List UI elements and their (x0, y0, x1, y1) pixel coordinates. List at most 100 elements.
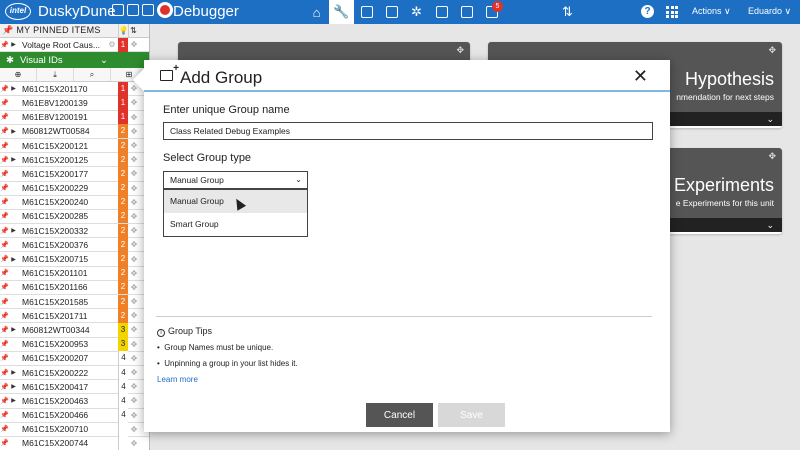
wrench-icon[interactable]: 🔧 (329, 0, 354, 24)
pin-icon[interactable]: 📌 (0, 298, 9, 306)
pin-icon[interactable]: 📌 (0, 85, 9, 93)
save-button[interactable]: Save (438, 403, 505, 427)
drag-handle-icon[interactable]: ✥ (128, 226, 140, 235)
visual-id-row[interactable]: 📌 ▶ M60812WT00584 2 ✥ (0, 124, 149, 139)
sync-icon[interactable]: ⇅ (562, 4, 573, 20)
group-name-input[interactable]: Class Related Debug Examples (163, 122, 653, 140)
expand-caret-icon[interactable]: ▶ (9, 227, 18, 234)
visual-id-row[interactable]: 📌 M61C15X200466 4 ✥ (0, 408, 149, 423)
pin-icon[interactable]: 📌 (0, 269, 9, 277)
drag-handle-icon[interactable]: ✥ (128, 184, 140, 193)
drag-handle-icon[interactable]: ✥ (128, 40, 140, 49)
pin-icon[interactable]: 📌 (0, 283, 9, 291)
drag-handle-icon[interactable]: ✥ (128, 311, 140, 320)
expand-caret-icon[interactable]: ▶ (9, 156, 18, 163)
expand-caret-icon[interactable]: ▶ (9, 326, 18, 333)
bulb-icon[interactable]: 💡 (118, 24, 128, 38)
pin-icon[interactable]: 📌 (0, 397, 9, 405)
drag-handle-icon[interactable]: ✥ (128, 340, 140, 349)
search-icon[interactable]: ⌕ (74, 68, 111, 82)
calendar-icon[interactable] (379, 0, 404, 24)
drag-handle-icon[interactable]: ✥ (128, 198, 140, 207)
group-type-select[interactable]: Manual Group ⌄ (163, 171, 308, 189)
visual-id-row[interactable]: 📌 M61C15X200744 ✥ (0, 436, 149, 450)
pin-icon[interactable]: 📌 (0, 184, 9, 192)
chevron-down-icon[interactable]: ⌄ (100, 55, 108, 66)
option-smart-group[interactable]: Smart Group (164, 213, 307, 236)
drag-handle-icon[interactable]: ✥ (128, 269, 140, 278)
drag-handle-icon[interactable]: ✥ (128, 240, 140, 249)
close-icon[interactable]: ✕ (633, 66, 648, 87)
chevron-down-icon[interactable]: ⌄ (295, 172, 302, 188)
expand-caret-icon[interactable]: ▶ (9, 85, 18, 92)
visual-id-row[interactable]: 📌 M61C15X200207 4 ✥ (0, 351, 149, 366)
drag-handle-icon[interactable]: ✥ (128, 155, 140, 164)
learn-more-link[interactable]: Learn more (157, 375, 198, 384)
network-icon[interactable]: ✲ (404, 0, 429, 24)
visual-id-row[interactable]: 📌 M61C15X200177 2 ✥ (0, 166, 149, 182)
drag-handle-icon[interactable]: ✥ (768, 151, 776, 162)
search-doc-icon[interactable] (429, 0, 454, 24)
expand-caret-icon[interactable]: ▶ (9, 128, 18, 135)
drag-handle-icon[interactable]: ✥ (128, 98, 140, 107)
visual-id-row[interactable]: 📌 M61E8V1200191 1 ✥ (0, 110, 149, 125)
pin-icon[interactable]: 📌 (0, 227, 9, 235)
visual-id-row[interactable]: 📌 M61C15X201711 2 ✥ (0, 308, 149, 324)
pin-icon[interactable]: 📌 (0, 99, 9, 107)
pin-icon[interactable]: 📌 (0, 255, 9, 263)
pin-icon[interactable]: 📌 (0, 113, 9, 121)
expand-caret-icon[interactable]: ▶ (9, 397, 18, 404)
pin-icon[interactable]: 📌 (0, 369, 9, 377)
pin-icon[interactable]: 📌 (0, 127, 9, 135)
drag-handle-icon[interactable]: ✥ (128, 127, 140, 136)
inbox-icon[interactable]: 5 (479, 0, 504, 24)
visual-id-row[interactable]: 📌 M61C15X200376 2 ✥ (0, 237, 149, 253)
visual-id-row[interactable]: 📌 ▶ M61C15X200417 4 ✥ (0, 379, 149, 395)
visual-id-row[interactable]: 📌 M61E8V1200139 1 ✥ (0, 95, 149, 111)
visual-id-row[interactable]: 📌 M61C15X200953 3 ✥ (0, 337, 149, 352)
visual-id-row[interactable]: 📌 M61C15X200285 2 ✥ (0, 209, 149, 225)
pin-icon[interactable]: 📌 (0, 170, 9, 178)
drag-handle-icon[interactable]: ✥ (128, 425, 140, 434)
drag-handle-icon[interactable]: ✥ (768, 45, 776, 56)
drag-handle-icon[interactable]: ✥ (128, 439, 140, 448)
pinned-item[interactable]: 📌 ▶ Voltage Root Caus... ⚙ 1 ✥ (0, 37, 149, 53)
expand-caret-icon[interactable]: ▶ (9, 383, 18, 390)
drag-handle-icon[interactable]: ✥ (128, 297, 140, 306)
drag-handle-icon[interactable]: ✥ (128, 411, 140, 420)
drag-handle-icon[interactable]: ✥ (128, 255, 140, 264)
gear-icon[interactable]: ⚙ (106, 40, 118, 49)
pin-icon[interactable]: 📌 (0, 439, 9, 447)
download-icon[interactable]: ⤓ (37, 68, 74, 82)
drag-handle-icon[interactable]: ✥ (128, 113, 140, 122)
drag-handle-icon[interactable]: ✥ (128, 141, 140, 150)
drag-handle-icon[interactable]: ✥ (128, 354, 140, 363)
pin-icon[interactable]: 📌 (0, 354, 9, 362)
visual-ids-header[interactable]: ✱ Visual IDs ⌄ (0, 52, 149, 69)
sort-icon[interactable]: ⇅ (128, 24, 138, 38)
visual-id-row[interactable]: 📌 M61C15X200229 2 ✥ (0, 181, 149, 196)
visual-id-row[interactable]: 📌 M61C15X201101 2 ✥ (0, 266, 149, 281)
expand-caret-icon[interactable]: ▶ (9, 41, 18, 48)
visual-id-row[interactable]: 📌 M61C15X201585 2 ✥ (0, 294, 149, 310)
pin-icon[interactable]: 📌 (0, 198, 9, 206)
actions-menu[interactable]: Actions ∨ (692, 6, 731, 17)
user-menu[interactable]: Eduardo ∨ (748, 6, 791, 17)
drag-handle-icon[interactable]: ✥ (128, 382, 140, 391)
visual-id-row[interactable]: 📌 ▶ M61C15X200125 2 ✥ (0, 152, 149, 168)
help-icon[interactable]: ? (641, 5, 654, 18)
drag-handle-icon[interactable]: ✥ (128, 283, 140, 292)
pin-icon[interactable]: 📌 (0, 41, 9, 49)
pin-icon[interactable]: 📌 (0, 326, 9, 334)
visual-id-row[interactable]: 📌 ▶ M61C15X200715 2 ✥ (0, 252, 149, 267)
pin-icon[interactable]: 📌 (0, 411, 9, 419)
visual-id-row[interactable]: 📌 M61C15X200240 2 ✥ (0, 195, 149, 210)
pin-icon[interactable]: 📌 (0, 156, 9, 164)
pin-icon[interactable]: 📌 (0, 425, 9, 433)
pin-icon[interactable]: 📌 (0, 142, 9, 150)
cancel-button[interactable]: Cancel (366, 403, 433, 427)
add-icon[interactable]: ⊕ (0, 68, 37, 82)
chip-icon[interactable] (354, 0, 379, 24)
drag-handle-icon[interactable]: ✥ (128, 368, 140, 377)
apps-grid-icon[interactable] (666, 6, 678, 18)
